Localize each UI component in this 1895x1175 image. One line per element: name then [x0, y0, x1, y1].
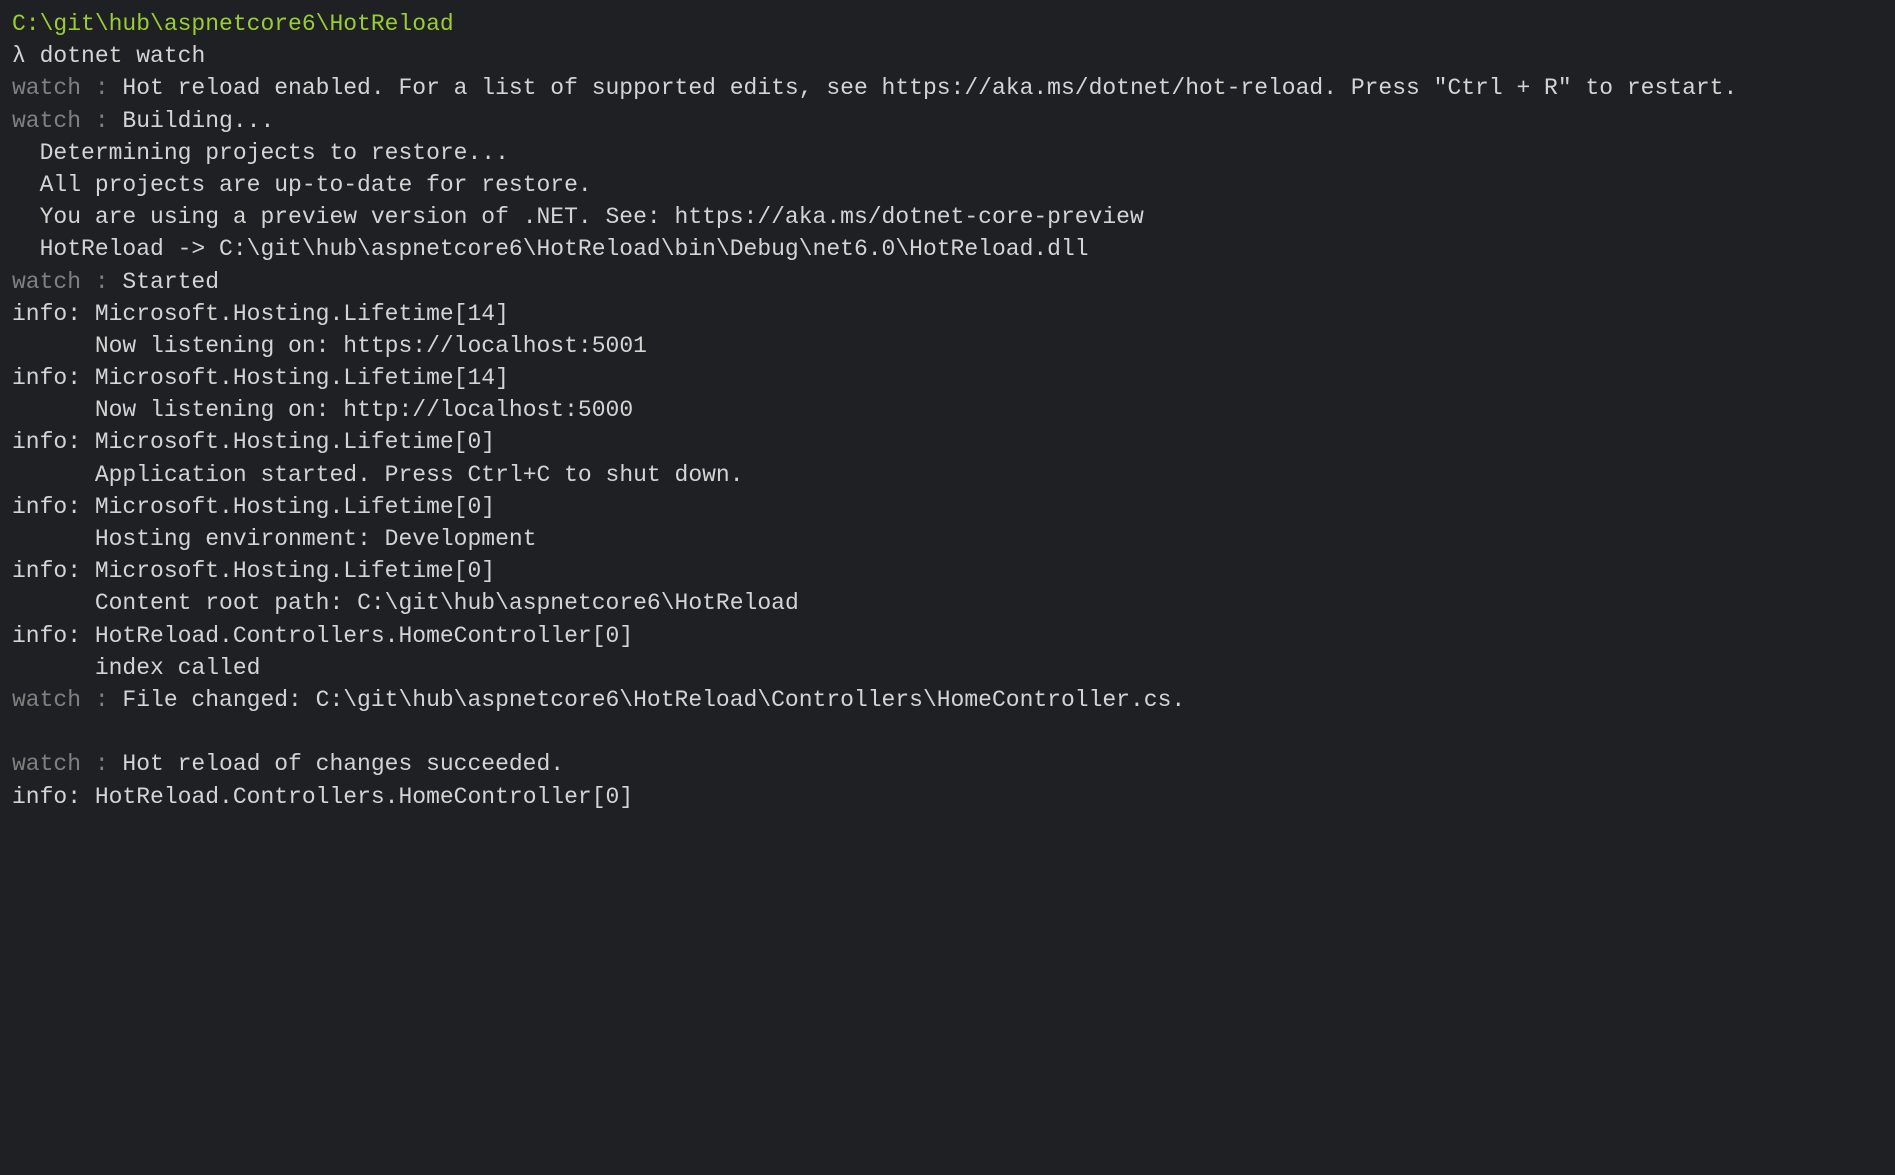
output-text: index called: [95, 655, 261, 681]
watch-prefix: watch :: [12, 269, 122, 295]
output-text: Application started. Press Ctrl+C to shu…: [95, 462, 744, 488]
info-prefix: info:: [12, 494, 95, 520]
current-path: C:\git\hub\aspnetcore6\HotReload: [12, 11, 454, 37]
watch-prefix: watch :: [12, 687, 122, 713]
info-prefix: info:: [12, 623, 95, 649]
output-text: Microsoft.Hosting.Lifetime[14]: [95, 301, 509, 327]
output-text: HotReload -> C:\git\hub\aspnetcore6\HotR…: [40, 236, 1089, 262]
output-text: File changed: C:\git\hub\aspnetcore6\Hot…: [122, 687, 1185, 713]
info-prefix: info:: [12, 365, 95, 391]
terminal-output[interactable]: C:\git\hub\aspnetcore6\HotReload λ dotne…: [12, 8, 1883, 813]
info-prefix: info:: [12, 558, 95, 584]
info-prefix: info:: [12, 784, 95, 810]
info-prefix: info:: [12, 301, 95, 327]
output-text: Now listening on: https://localhost:5001: [95, 333, 647, 359]
output-text: Microsoft.Hosting.Lifetime[14]: [95, 365, 509, 391]
output-text: Building...: [122, 108, 274, 134]
output-text: Microsoft.Hosting.Lifetime[0]: [95, 494, 495, 520]
output-text: Content root path: C:\git\hub\aspnetcore…: [95, 590, 799, 616]
prompt-symbol: λ: [12, 43, 26, 69]
output-text: Hot reload enabled. For a list of suppor…: [122, 75, 1737, 101]
output-text: Microsoft.Hosting.Lifetime[0]: [95, 429, 495, 455]
watch-prefix: watch :: [12, 75, 122, 101]
output-text: HotReload.Controllers.HomeController[0]: [95, 784, 633, 810]
watch-prefix: watch :: [12, 108, 122, 134]
output-text: Started: [122, 269, 219, 295]
command-input: dotnet watch: [40, 43, 206, 69]
watch-prefix: watch :: [12, 751, 122, 777]
output-lines: watch : Hot reload enabled. For a list o…: [12, 75, 1737, 809]
output-text: Now listening on: http://localhost:5000: [95, 397, 633, 423]
output-text: HotReload.Controllers.HomeController[0]: [95, 623, 633, 649]
output-text: You are using a preview version of .NET.…: [40, 204, 1144, 230]
output-text: Hosting environment: Development: [95, 526, 537, 552]
info-prefix: info:: [12, 429, 95, 455]
output-text: All projects are up-to-date for restore.: [40, 172, 592, 198]
output-text: Microsoft.Hosting.Lifetime[0]: [95, 558, 495, 584]
output-text: Hot reload of changes succeeded.: [122, 751, 564, 777]
output-text: Determining projects to restore...: [40, 140, 509, 166]
